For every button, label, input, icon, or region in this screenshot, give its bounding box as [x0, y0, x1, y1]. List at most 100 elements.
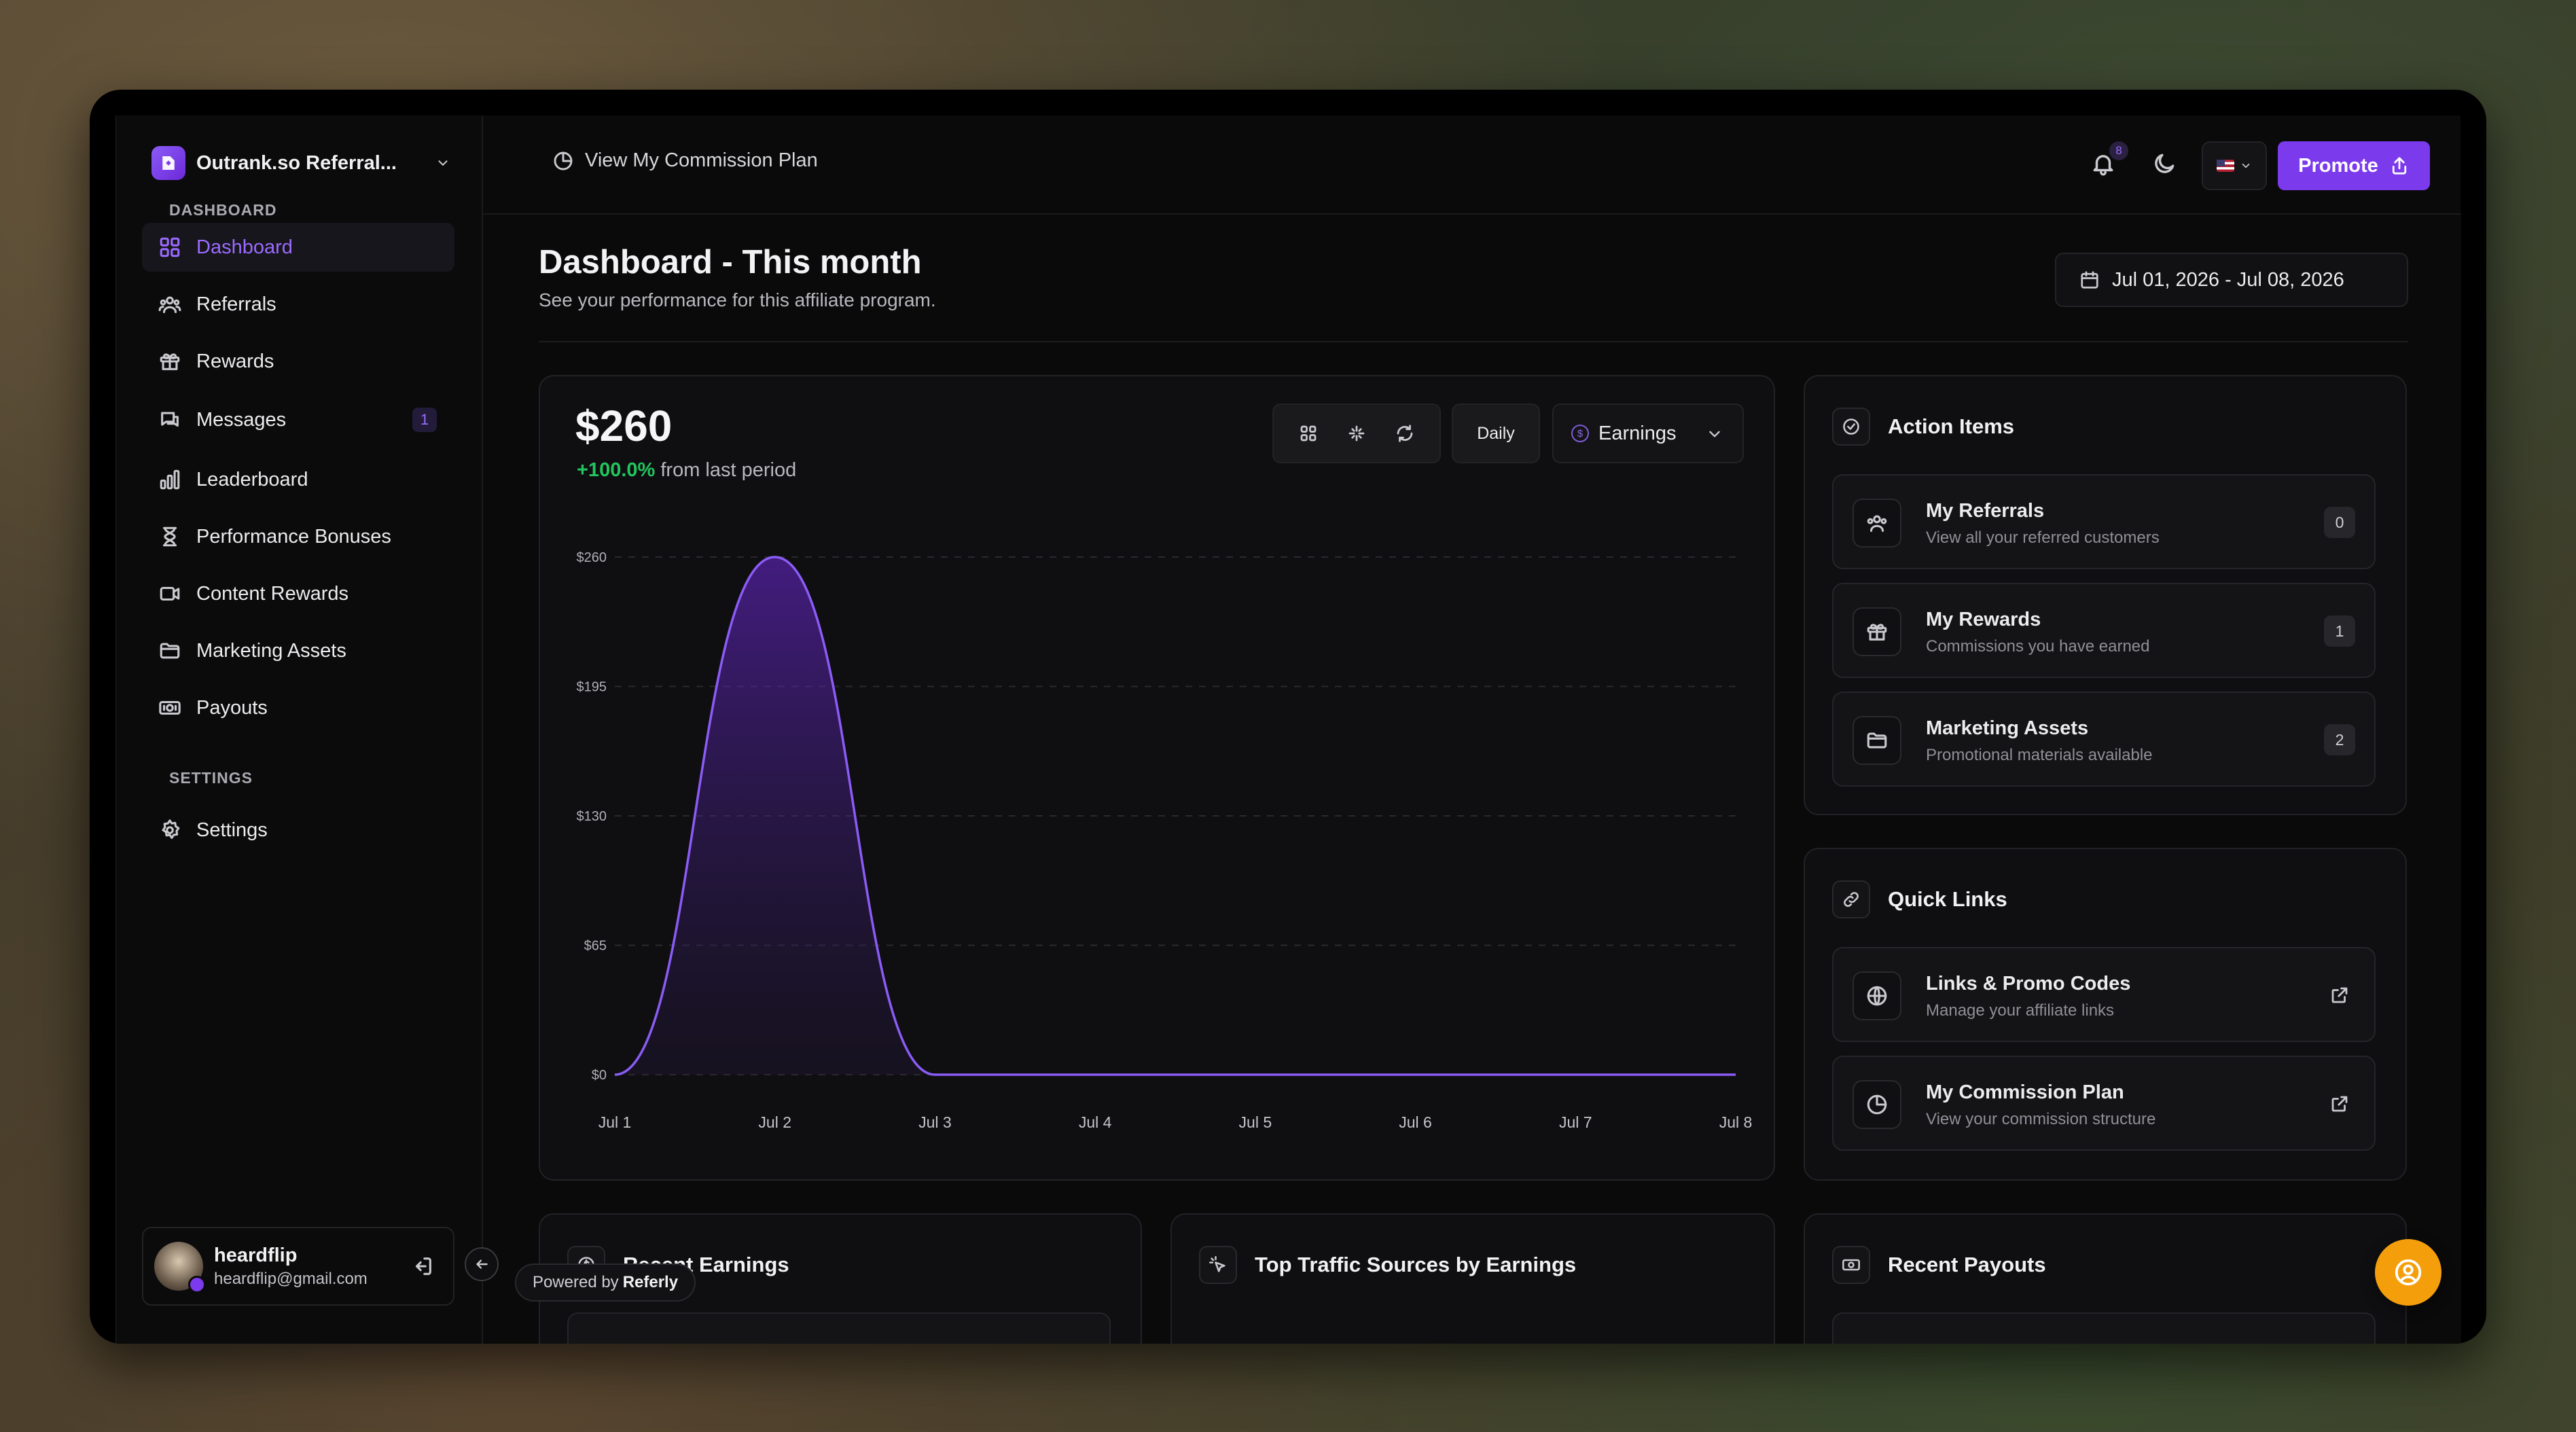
us-flag-icon — [2217, 160, 2234, 172]
moon-icon — [2151, 151, 2177, 177]
x-tick-label: Jul 7 — [1559, 1113, 1592, 1131]
metric-select[interactable]: $ Earnings — [1552, 404, 1744, 463]
quick-links-card: Quick Links Links & Promo Codes Manage y… — [1804, 848, 2407, 1181]
chevron-down-icon — [2240, 160, 2252, 172]
quick-links-header: Quick Links — [1832, 880, 2007, 918]
quick-link-title: My Commission Plan — [1926, 1081, 2124, 1103]
powered-by-prefix: Powered by — [532, 1273, 619, 1291]
status-dot — [188, 1276, 206, 1293]
chevron-down-icon — [1706, 425, 1723, 443]
earnings-total: $260 — [575, 401, 673, 450]
sidebar-item-label: Referrals — [196, 293, 276, 315]
grid-view-icon[interactable] — [1298, 423, 1319, 444]
chevron-down-icon — [435, 156, 450, 171]
hourglass-icon — [158, 525, 181, 548]
sidebar-item-content-rewards[interactable]: Content Rewards — [142, 569, 454, 618]
quick-link-subtitle: View your commission structure — [1926, 1110, 2156, 1128]
folder-icon — [1853, 716, 1901, 765]
app-window: Outrank.so Referral... DASHBOARD Dashboa… — [90, 90, 2486, 1344]
sidebar-item-label: Leaderboard — [196, 468, 308, 490]
date-range-picker[interactable]: Jul 01, 2026 - Jul 08, 2026 — [2055, 253, 2408, 307]
sidebar-item-performance-bonuses[interactable]: Performance Bonuses — [142, 512, 454, 561]
user-email: heardflip@gmail.com — [214, 1269, 368, 1288]
view-commission-plan-link[interactable]: View My Commission Plan — [552, 149, 818, 172]
x-tick-label: Jul 2 — [758, 1113, 791, 1131]
sidebar-item-label: Content Rewards — [196, 582, 349, 605]
x-tick-label: Jul 6 — [1399, 1113, 1432, 1131]
sidebar-item-messages[interactable]: Messages 1 — [142, 395, 454, 444]
promote-button[interactable]: Promote — [2278, 141, 2430, 190]
quick-link-title: Links & Promo Codes — [1926, 973, 2131, 995]
sidebar-item-label: Dashboard — [196, 236, 293, 258]
users-icon — [158, 293, 181, 316]
sidebar-item-referrals[interactable]: Referrals — [142, 280, 454, 329]
divider — [539, 341, 2408, 342]
calendar-icon — [2079, 270, 2100, 290]
interval-select[interactable]: Daily — [1452, 404, 1540, 463]
page-subtitle: See your performance for this affiliate … — [539, 289, 936, 310]
y-tick-label: $195 — [577, 680, 607, 695]
x-tick-label: Jul 1 — [598, 1113, 632, 1131]
user-profile-card[interactable]: heardflip heardflip@gmail.com — [142, 1227, 454, 1306]
section-label-dashboard: DASHBOARD — [169, 201, 277, 219]
user-name: heardflip — [214, 1244, 298, 1266]
sidebar-item-settings[interactable]: Settings — [142, 806, 454, 855]
globe-icon — [1853, 971, 1901, 1020]
sidebar-item-rewards[interactable]: Rewards — [142, 337, 454, 386]
banknote-icon — [1832, 1246, 1870, 1284]
sidebar-item-marketing-assets[interactable]: Marketing Assets — [142, 626, 454, 675]
quick-links-title: Quick Links — [1888, 887, 2007, 911]
earnings-area-chart: $0 $65 $130 $195 $260 Jul 1 Jul 2 Jul 3 Jul 4 Ju… — [577, 550, 1753, 1131]
video-icon — [158, 582, 181, 605]
powered-by-badge[interactable]: Powered by Referly — [515, 1264, 696, 1302]
action-items-title: Action Items — [1888, 414, 2015, 438]
count-badge: 2 — [2324, 724, 2355, 755]
pie-chart-icon — [552, 150, 574, 172]
action-item-marketing-assets[interactable]: Marketing Assets Promotional materials a… — [1832, 692, 2376, 787]
y-tick-label: $130 — [577, 809, 607, 824]
notifications-button[interactable]: 8 — [2090, 141, 2128, 177]
sidebar-item-label: Marketing Assets — [196, 639, 346, 662]
x-tick-label: Jul 5 — [1239, 1113, 1272, 1131]
refresh-icon[interactable] — [1395, 423, 1415, 444]
action-item-my-rewards[interactable]: My Rewards Commissions you have earned 1 — [1832, 583, 2376, 678]
action-item-subtitle: Promotional materials available — [1926, 746, 2153, 764]
recent-payouts-title: Recent Payouts — [1888, 1253, 2046, 1276]
sparkles-icon[interactable] — [1346, 423, 1367, 444]
sidebar-item-leaderboard[interactable]: Leaderboard — [142, 455, 454, 504]
external-link-icon — [2329, 1094, 2350, 1114]
count-badge: 0 — [2324, 507, 2355, 538]
theme-toggle-button[interactable] — [2151, 151, 2177, 177]
quick-link-links-promo-codes[interactable]: Links & Promo Codes Manage your affiliat… — [1832, 947, 2376, 1042]
sidebar-item-label: Rewards — [196, 350, 274, 372]
users-icon — [1853, 499, 1901, 548]
sidebar-item-label: Payouts — [196, 696, 268, 719]
sidebar-item-payouts[interactable]: Payouts — [142, 683, 454, 732]
unread-badge: 1 — [412, 408, 437, 432]
sidebar-item-dashboard[interactable]: Dashboard — [142, 223, 454, 272]
app-frame: Outrank.so Referral... DASHBOARD Dashboa… — [115, 115, 2461, 1344]
avatar — [154, 1242, 206, 1293]
message-icon — [158, 408, 181, 431]
gift-icon — [1853, 607, 1901, 656]
gear-icon — [158, 819, 181, 842]
logout-icon[interactable] — [411, 1255, 434, 1278]
y-tick-label: $260 — [577, 550, 607, 565]
folder-icon — [158, 639, 181, 662]
grid-icon — [158, 236, 181, 259]
pie-chart-icon — [1853, 1080, 1901, 1129]
language-select[interactable] — [2202, 141, 2267, 190]
page-title: Dashboard - This month — [539, 244, 922, 281]
x-tick-label: Jul 3 — [918, 1113, 952, 1131]
quick-link-my-commission-plan[interactable]: My Commission Plan View your commission … — [1832, 1056, 2376, 1151]
bar-chart-icon — [158, 468, 181, 491]
support-chat-button[interactable] — [2375, 1239, 2441, 1306]
sidebar: Outrank.so Referral... DASHBOARD Dashboa… — [116, 115, 483, 1344]
lifebuoy-icon — [2393, 1257, 2424, 1288]
share-icon — [2389, 156, 2410, 176]
program-switcher[interactable]: Outrank.so Referral... — [151, 143, 450, 183]
collapse-sidebar-button[interactable] — [465, 1247, 499, 1281]
powered-by-brand: Referly — [622, 1273, 679, 1291]
view-commission-plan-label: View My Commission Plan — [585, 149, 818, 171]
action-item-my-referrals[interactable]: My Referrals View all your referred cust… — [1832, 474, 2376, 569]
